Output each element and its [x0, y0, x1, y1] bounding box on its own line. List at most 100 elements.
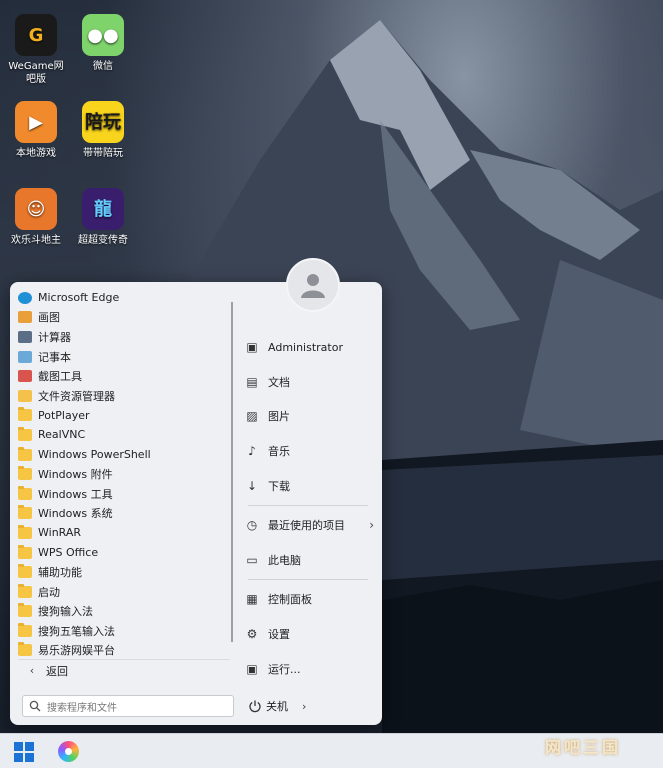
folder-icon — [18, 524, 32, 539]
desktop-icon-label: 微信 — [93, 61, 113, 72]
place-item[interactable]: ▣ Administrator — [244, 330, 374, 365]
program-item[interactable]: 画图 — [18, 308, 230, 328]
run-icon: ▣ — [246, 661, 258, 676]
menu-separator — [248, 579, 368, 581]
user-avatar[interactable] — [286, 258, 340, 312]
place-item[interactable]: ◷ 最近使用的项目 › — [244, 508, 374, 543]
desktop-icon[interactable]: ●● 微信 — [72, 14, 134, 73]
chevron-right-icon[interactable]: › — [302, 700, 306, 713]
program-label: WinRAR — [38, 526, 82, 540]
paint-icon — [18, 311, 32, 324]
program-item[interactable]: Windows 附件 — [18, 464, 230, 484]
program-item[interactable]: 文件资源管理器 — [18, 386, 230, 406]
power-icon — [249, 700, 261, 713]
program-item[interactable]: 搜狗输入法 — [18, 602, 230, 622]
user-icon — [301, 274, 325, 298]
places-list: ▣ Administrator ▤ 文档 ▨ 图片 ♪ 音乐 ↓ 下载 ◷ 最近使用的项目 › ▭ 此电脑 ▦… — [244, 330, 374, 686]
program-label: WPS Office — [38, 546, 99, 560]
wegame-icon: G — [15, 14, 57, 56]
chevron-left-icon: ‹ — [29, 664, 35, 677]
folder-icon — [18, 446, 32, 461]
program-label: 文件资源管理器 — [38, 389, 115, 403]
program-item[interactable]: 启动 — [18, 582, 230, 602]
recent-icon: ◷ — [246, 518, 258, 533]
desktop-icon-label: 带带陪玩 — [83, 148, 123, 159]
place-item[interactable]: ▣ 运行... — [244, 651, 374, 686]
notepad-icon — [18, 350, 32, 363]
program-item[interactable]: 易乐游网娱平台 — [18, 641, 230, 661]
program-label: RealVNC — [38, 428, 86, 442]
desktop-icon[interactable]: ▶ 本地游戏 — [5, 101, 67, 160]
program-label: 计算器 — [38, 330, 71, 344]
place-label: 控制面板 — [268, 593, 312, 607]
pictures-icon: ▨ — [246, 409, 258, 424]
desktop-icon-label: WeGame网吧版 — [8, 61, 64, 85]
download-icon: ↓ — [246, 478, 258, 493]
search-input[interactable]: 搜索程序和文件 — [22, 695, 234, 717]
folder-icon — [18, 485, 32, 500]
program-label: Microsoft Edge — [38, 291, 120, 305]
doudizhu-icon: ☺ — [15, 188, 57, 230]
desktop-icon-label: 本地游戏 — [16, 148, 56, 159]
place-item[interactable]: ▭ 此电脑 — [244, 543, 374, 578]
place-item[interactable]: ▤ 文档 — [244, 365, 374, 400]
place-item[interactable]: ♪ 音乐 — [244, 434, 374, 469]
program-item[interactable]: 截图工具 — [18, 366, 230, 386]
program-item[interactable]: 计算器 — [18, 327, 230, 347]
program-item[interactable]: PotPlayer — [18, 406, 230, 426]
place-label: 文档 — [268, 375, 290, 389]
program-item[interactable]: 搜狗五笔输入法 — [18, 621, 230, 641]
back-label: 返回 — [46, 664, 68, 678]
program-label: PotPlayer — [38, 408, 90, 422]
place-item[interactable]: ⚙ 设置 — [244, 617, 374, 652]
place-label: Administrator — [268, 340, 343, 354]
desktop-icon-label: 欢乐斗地主 — [11, 235, 61, 246]
folder-icon — [18, 544, 32, 559]
place-item[interactable]: ▦ 控制面板 — [244, 582, 374, 617]
program-label: Windows PowerShell — [38, 448, 151, 462]
power-label: 关机 — [266, 700, 288, 713]
program-label: 搜狗输入法 — [38, 605, 93, 619]
program-item[interactable]: Windows 系统 — [18, 504, 230, 524]
program-item[interactable]: RealVNC — [18, 425, 230, 445]
music-icon: ♪ — [248, 444, 256, 459]
program-item[interactable]: WinRAR — [18, 523, 230, 543]
program-label: 搜狗五笔输入法 — [38, 624, 115, 638]
computer-icon: ▭ — [246, 552, 258, 567]
folder-icon — [18, 426, 32, 441]
desktop-icon[interactable]: ☺ 欢乐斗地主 — [5, 188, 67, 247]
place-item[interactable]: ▨ 图片 — [244, 399, 374, 434]
user-folder-icon: ▣ — [246, 340, 258, 355]
desktop-icon[interactable]: 陪玩 带带陪玩 — [72, 101, 134, 160]
search-icon — [23, 700, 47, 712]
desktop-icon[interactable]: G WeGame网吧版 — [5, 14, 67, 86]
start-button[interactable] — [14, 742, 34, 762]
folder-icon — [18, 583, 32, 598]
program-item[interactable]: 辅助功能 — [18, 562, 230, 582]
chevron-right-icon: › — [369, 518, 374, 533]
program-item[interactable]: Windows PowerShell — [18, 445, 230, 465]
program-label: 画图 — [38, 311, 60, 325]
desktop-icon-label: 超超变传奇 — [78, 235, 128, 246]
control-panel-icon: ▦ — [246, 592, 258, 607]
shutdown-button[interactable]: 关机 › — [248, 695, 318, 717]
program-label: 辅助功能 — [38, 566, 82, 580]
program-item[interactable]: 记事本 — [18, 347, 230, 367]
taskbar-app-icon[interactable] — [58, 741, 79, 762]
file-explorer-icon — [18, 389, 32, 402]
place-item[interactable]: ↓ 下载 — [244, 468, 374, 503]
watermark: 网吧三国 — [545, 738, 622, 757]
search-placeholder: 搜索程序和文件 — [47, 702, 117, 714]
place-label: 此电脑 — [268, 553, 301, 567]
program-label: Windows 系统 — [38, 507, 113, 521]
back-button[interactable]: ‹ 返回 — [18, 659, 230, 681]
program-list: Microsoft Edge 画图计算器记事本 截图工具文件资源管理器 PotPlay… — [18, 288, 230, 660]
folder-icon — [18, 622, 32, 637]
place-label: 下载 — [268, 479, 290, 493]
program-item[interactable]: WPS Office — [18, 543, 230, 563]
folder-icon — [18, 505, 32, 520]
program-item[interactable]: Microsoft Edge — [18, 288, 230, 308]
menu-divider — [231, 302, 233, 642]
desktop-icon[interactable]: 龍超超变传奇 — [72, 188, 134, 247]
program-item[interactable]: Windows 工具 — [18, 484, 230, 504]
